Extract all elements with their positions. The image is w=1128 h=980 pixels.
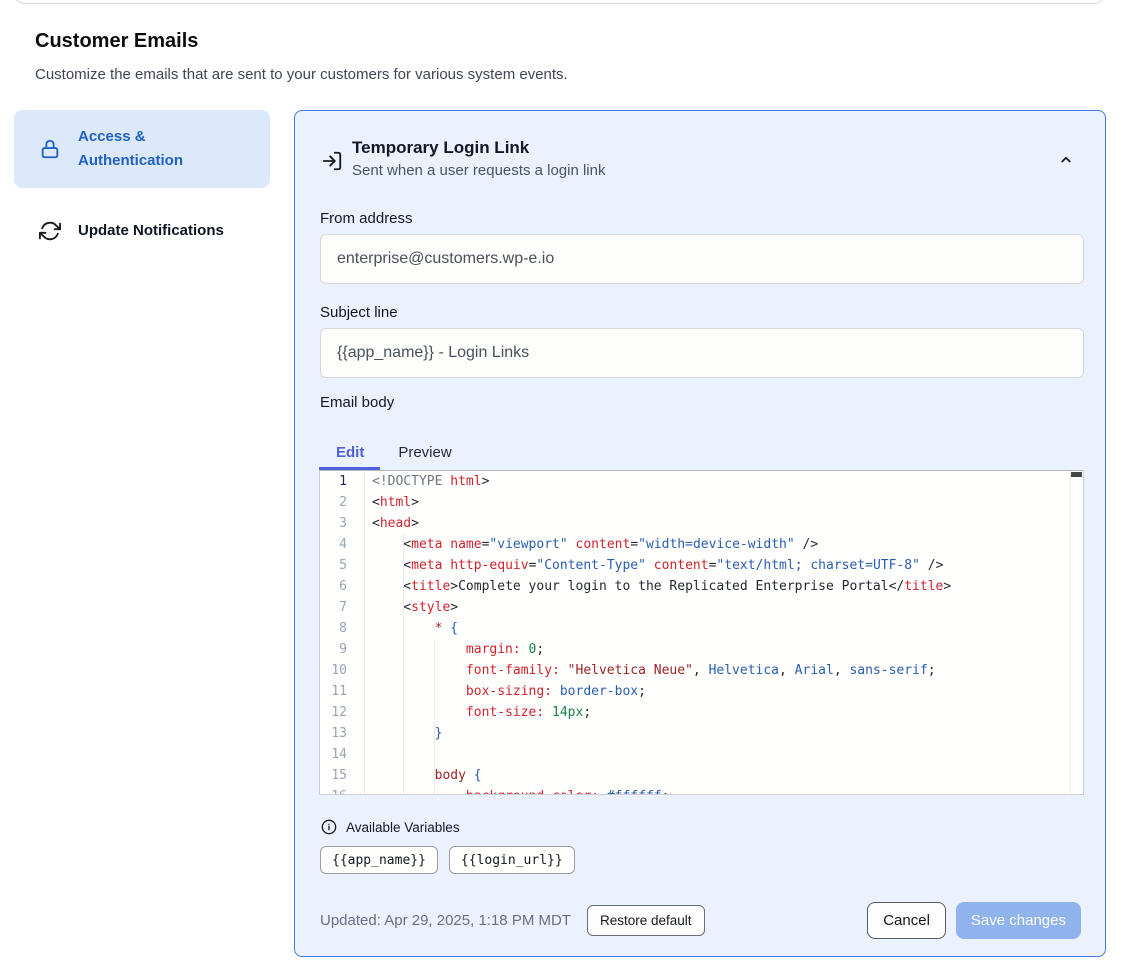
line-number: 3 <box>320 513 364 534</box>
tab-preview[interactable]: Preview <box>381 436 468 468</box>
panel-header: Temporary Login Link Sent when a user re… <box>352 138 605 179</box>
available-variables-label: Available Variables <box>346 820 460 835</box>
line-number: 15 <box>320 765 364 786</box>
variable-chips: {{app_name}} {{login_url}} <box>320 846 575 874</box>
email-body-label: Email body <box>320 394 394 411</box>
from-address-label: From address <box>320 210 413 227</box>
page-title: Customer Emails <box>35 30 198 53</box>
cancel-button[interactable]: Cancel <box>867 902 946 939</box>
code-line[interactable]: 4 <meta name="viewport" content="width=d… <box>320 534 1083 555</box>
gutter-separator <box>364 471 365 794</box>
editor-scrollbar[interactable] <box>1070 471 1083 794</box>
line-number: 16 <box>320 786 364 795</box>
previous-card-bottom-edge <box>13 0 1106 4</box>
code-text: <head> <box>364 513 419 534</box>
indent-guide <box>403 534 404 794</box>
line-number: 12 <box>320 702 364 723</box>
available-variables-row: Available Variables <box>321 819 460 835</box>
sidebar-item-access-authentication[interactable]: Access & Authentication <box>14 110 270 188</box>
code-text: <meta http-equiv="Content-Type" content=… <box>364 555 943 576</box>
line-number: 7 <box>320 597 364 618</box>
code-text: <!DOCTYPE html> <box>364 471 489 492</box>
panel-footer: Updated: Apr 29, 2025, 1:18 PM MDT Resto… <box>320 901 1081 939</box>
line-number: 5 <box>320 555 364 576</box>
code-text: * { <box>364 618 458 639</box>
page-description: Customize the emails that are sent to yo… <box>35 66 568 83</box>
line-number: 6 <box>320 576 364 597</box>
customer-emails-page: Customer Emails Customize the emails tha… <box>0 0 1128 980</box>
refresh-icon <box>38 219 62 243</box>
line-number: 2 <box>320 492 364 513</box>
code-line[interactable]: 1<!DOCTYPE html> <box>320 471 1083 492</box>
code-text: box-sizing: border-box; <box>364 681 646 702</box>
info-icon <box>321 819 337 835</box>
lock-icon <box>38 137 62 161</box>
chevron-up-icon[interactable] <box>1057 151 1075 169</box>
sidebar-item-label: Update Notifications <box>78 219 228 243</box>
temporary-login-link-panel: Temporary Login Link Sent when a user re… <box>294 110 1106 957</box>
panel-subtitle: Sent when a user requests a login link <box>352 162 605 179</box>
from-address-input[interactable] <box>320 234 1084 284</box>
editor-scrollbar-thumb[interactable] <box>1071 472 1082 477</box>
line-number: 11 <box>320 681 364 702</box>
code-text: <html> <box>364 492 419 513</box>
email-types-sidebar: Access & Authentication Update Notificat… <box>14 110 270 257</box>
variable-chip-app-name[interactable]: {{app_name}} <box>320 846 438 874</box>
save-changes-button[interactable]: Save changes <box>956 902 1081 939</box>
email-body-tabs: Edit Preview <box>319 436 469 468</box>
code-text: body { <box>364 765 482 786</box>
sidebar-item-update-notifications[interactable]: Update Notifications <box>14 205 270 257</box>
code-line[interactable]: 3<head> <box>320 513 1083 534</box>
line-number: 14 <box>320 744 364 765</box>
indent-guide <box>434 639 435 794</box>
line-number: 1 <box>320 471 364 492</box>
restore-default-button[interactable]: Restore default <box>587 905 705 936</box>
line-number: 9 <box>320 639 364 660</box>
panel-title: Temporary Login Link <box>352 138 605 158</box>
code-line[interactable]: 6 <title>Complete your login to the Repl… <box>320 576 1083 597</box>
code-line[interactable]: 2<html> <box>320 492 1083 513</box>
line-number: 8 <box>320 618 364 639</box>
subject-line-label: Subject line <box>320 304 398 321</box>
code-line[interactable]: 7 <style> <box>320 597 1083 618</box>
subject-line-input[interactable] <box>320 328 1084 378</box>
code-text <box>364 744 372 765</box>
code-text: font-family: "Helvetica Neue", Helvetica… <box>364 660 936 681</box>
line-number: 10 <box>320 660 364 681</box>
sidebar-item-label: Access & Authentication <box>78 125 228 173</box>
variable-chip-login-url[interactable]: {{login_url}} <box>449 846 575 874</box>
line-number: 13 <box>320 723 364 744</box>
code-text: font-size: 14px; <box>364 702 591 723</box>
code-text: <title>Complete your login to the Replic… <box>364 576 951 597</box>
code-line[interactable]: 8 * { <box>320 618 1083 639</box>
code-line[interactable]: 5 <meta http-equiv="Content-Type" conten… <box>320 555 1083 576</box>
code-text: <style> <box>364 597 458 618</box>
updated-timestamp: Updated: Apr 29, 2025, 1:18 PM MDT <box>320 912 571 929</box>
code-text: <meta name="viewport" content="width=dev… <box>364 534 818 555</box>
line-number: 4 <box>320 534 364 555</box>
tab-edit[interactable]: Edit <box>319 436 381 468</box>
email-body-code-editor[interactable]: 1<!DOCTYPE html>2<html>3<head>4 <meta na… <box>319 470 1084 795</box>
log-in-icon <box>321 150 343 172</box>
code-text: margin: 0; <box>364 639 544 660</box>
code-text: background-color: #ffffff; <box>364 786 669 795</box>
